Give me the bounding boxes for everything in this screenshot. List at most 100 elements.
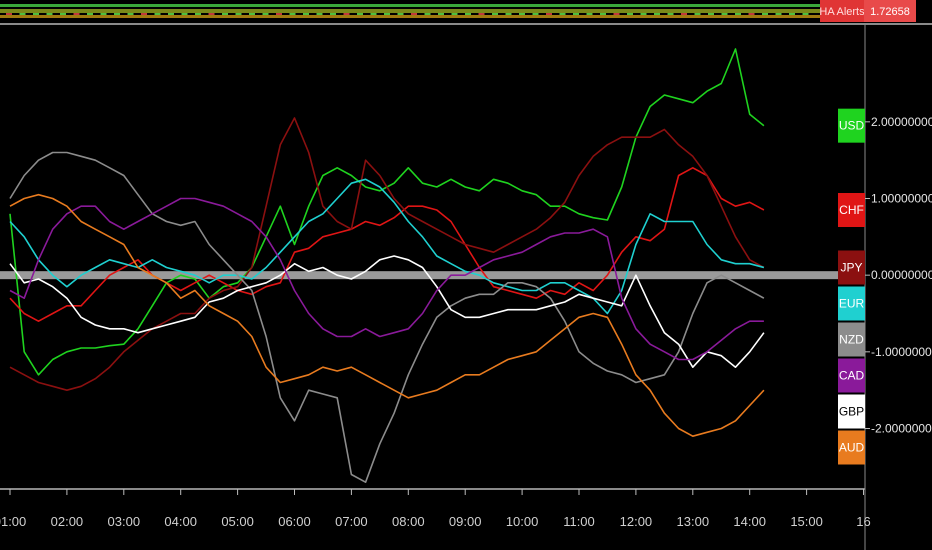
x-tick-label: 07:00 (335, 514, 368, 529)
y-tick-label: 1.0000000000 (871, 192, 932, 206)
series-line-usd (9, 48, 765, 376)
indicator-band-green (0, 4, 820, 7)
y-tick-label: 2.0000000000 (871, 115, 932, 129)
series-line-eur (9, 178, 765, 315)
x-tick-label: 13:00 (677, 514, 710, 529)
currency-strength-chart[interactable]: HA Alerts 1.72658 2.0000000000 1.00000000… (0, 0, 932, 550)
strip-tick (505, 13, 512, 15)
series-line-jpy (9, 117, 765, 392)
strip-tick (735, 13, 741, 15)
indicator-strip: HA Alerts 1.72658 (0, 0, 916, 22)
strip-tick (87, 13, 93, 15)
y-axis: 2.0000000000 1.0000000000 0.0000000000 -1.0… (865, 115, 932, 436)
x-tick-label: 04:00 (164, 514, 197, 529)
strip-tick (181, 13, 188, 15)
strip-tick (708, 13, 714, 15)
strip-tick (127, 13, 134, 15)
strip-tick (235, 13, 242, 15)
alert-badge-label: HA Alerts (819, 6, 865, 18)
currency-tag-label-gbp: GBP (839, 405, 864, 419)
x-tick-label: 08:00 (392, 514, 425, 529)
strip-tick (721, 13, 728, 15)
strip-tick (519, 13, 525, 15)
x-tick-label: 09:00 (449, 514, 482, 529)
series-line-nzd (9, 151, 765, 484)
strip-tick (451, 13, 458, 15)
strip-tick (73, 13, 80, 15)
strip-tick (532, 13, 539, 15)
strip-tick (748, 13, 755, 15)
x-tick-label: 05:00 (221, 514, 254, 529)
currency-tag-label-eur: EUR (839, 297, 865, 311)
strip-tick (114, 13, 120, 15)
strip-tick (586, 13, 593, 15)
strip-tick (546, 13, 552, 15)
strip-tick (438, 13, 444, 15)
strip-tick (397, 13, 404, 15)
currency-tags: USD CHF JPY EUR NZD CAD GBP AUD (838, 108, 865, 465)
x-tick-label: 01:00 (0, 514, 26, 529)
strip-tick (789, 13, 795, 15)
strip-tick (600, 13, 606, 15)
alert-value-label: 1.72658 (870, 6, 910, 18)
strip-tick (19, 13, 26, 15)
strip-tick (141, 13, 147, 15)
currency-tag-label-nzd: NZD (839, 333, 864, 347)
y-tick-label: -2.0000000000 (871, 422, 932, 436)
strip-tick (262, 13, 269, 15)
strip-tick (289, 13, 296, 15)
x-tick-label: 15:00 (790, 514, 823, 529)
x-tick-label: 02:00 (51, 514, 84, 529)
strip-tick (465, 13, 471, 15)
strip-tick (100, 13, 107, 15)
strip-tick (330, 13, 336, 15)
indicator-band-olive (0, 9, 820, 13)
x-tick-label: 06:00 (278, 514, 311, 529)
strip-tick (222, 13, 228, 15)
currency-tag-label-cad: CAD (839, 369, 865, 383)
strip-tick (208, 13, 215, 15)
strip-tick (492, 13, 498, 15)
strip-tick (249, 13, 255, 15)
x-tick-label: 11:00 (563, 514, 595, 529)
strip-tick (478, 13, 485, 15)
strip-tick (384, 13, 390, 15)
strip-tick (654, 13, 660, 15)
strip-tick (762, 13, 768, 15)
strip-tick (316, 13, 323, 15)
strip-tick (424, 13, 431, 15)
x-tick-label: 03:00 (108, 514, 141, 529)
strip-tick (559, 13, 566, 15)
currency-tag-label-jpy: JPY (840, 261, 862, 275)
x-tick-label: 16 (856, 514, 870, 529)
strip-tick (276, 13, 282, 15)
strip-tick (370, 13, 377, 15)
zero-line (0, 271, 865, 280)
currency-tag-label-chf: CHF (839, 203, 864, 217)
y-tick-label: -1.0000000000 (871, 345, 932, 359)
strip-tick (640, 13, 647, 15)
strip-tick (681, 13, 687, 15)
strip-tick (168, 13, 174, 15)
x-axis: 01:00 02:00 03:00 04:00 05:00 06:00 07:00 08:00… (0, 489, 871, 529)
currency-tag-label-aud: AUD (839, 441, 865, 455)
strip-tick (195, 13, 201, 15)
plot-area[interactable] (0, 48, 865, 484)
strip-tick (613, 13, 620, 15)
strip-tick (303, 13, 309, 15)
strip-tick (627, 13, 633, 15)
strip-tick (60, 13, 66, 15)
y-tick-label: 0.0000000000 (871, 268, 932, 282)
strip-tick (154, 13, 161, 15)
currency-tag-label-usd: USD (839, 119, 865, 133)
indicator-band-gold (0, 15, 820, 18)
strip-tick (343, 13, 350, 15)
series-line-aud (9, 193, 765, 438)
strip-tick (775, 13, 782, 15)
x-tick-label: 14:00 (733, 514, 766, 529)
strip-tick (802, 13, 809, 15)
strip-tick (33, 13, 39, 15)
strip-tick (357, 13, 363, 15)
strip-tick (6, 13, 12, 15)
strip-tick (573, 13, 579, 15)
